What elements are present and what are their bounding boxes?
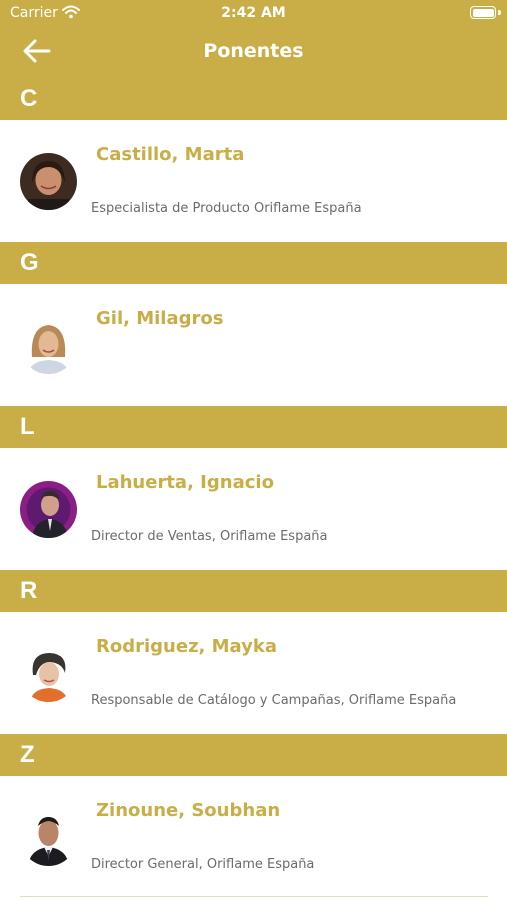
speaker-role: Director de Ventas, Oriflame España [91,529,328,544]
avatar [20,317,77,374]
speaker-role: Responsable de Catálogo y Campañas, Orif… [91,693,457,708]
avatar [20,645,77,702]
speaker-list: C Castillo, Marta Especialista de Produc… [0,78,507,898]
section-header-g: G [0,242,507,284]
speaker-row-lahuerta[interactable]: Lahuerta, Ignacio Director de Ventas, Or… [0,448,507,570]
section-header-l: L [0,406,507,448]
section-header-r: R [0,570,507,612]
avatar [20,153,77,210]
speaker-role: Director General, Oriflame España [91,857,315,872]
page-title: Ponentes [203,40,304,62]
battery-icon [470,6,496,19]
status-bar: Carrier 2:42 AM [0,0,507,28]
list-divider [20,896,488,897]
speaker-row-castillo[interactable]: Castillo, Marta Especialista de Producto… [0,120,507,242]
speaker-name: Castillo, Marta [96,144,245,165]
battery-tip [498,10,501,15]
speaker-role: Especialista de Producto Oriflame España [91,201,362,216]
status-time: 2:42 AM [221,5,286,21]
section-header-c: C [0,78,507,120]
speaker-name: Rodriguez, Mayka [96,636,278,657]
avatar [20,481,77,538]
speaker-row-rodriguez[interactable]: Rodriguez, Mayka Responsable de Catálogo… [0,612,507,734]
navigation-bar: Ponentes [0,28,507,78]
speaker-name: Zinoune, Soubhan [96,800,281,821]
section-header-z: Z [0,734,507,776]
avatar [20,809,77,866]
speaker-name: Lahuerta, Ignacio [96,472,274,493]
speaker-row-zinoune[interactable]: Zinoune, Soubhan Director General, Orifl… [0,776,507,898]
speaker-row-gil[interactable]: Gil, Milagros [0,284,507,406]
speaker-name: Gil, Milagros [96,308,224,329]
